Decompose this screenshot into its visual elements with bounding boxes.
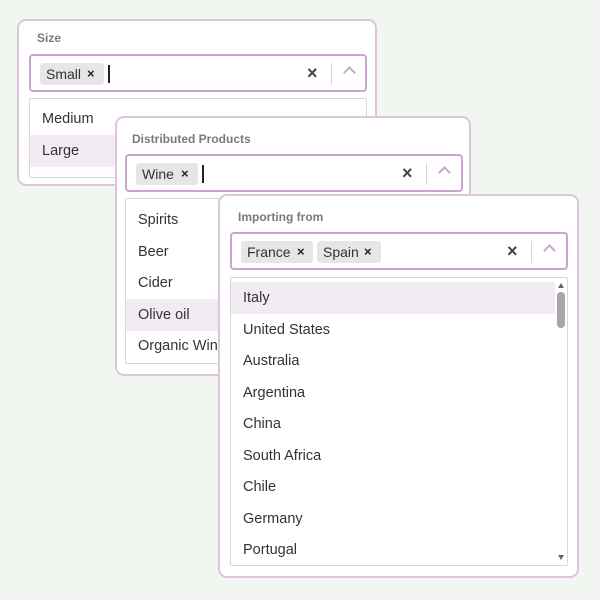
chip-label: France: [247, 244, 291, 260]
clear-icon[interactable]: ×: [402, 162, 413, 184]
option-australia[interactable]: Australia: [231, 345, 555, 377]
chip-remove-icon[interactable]: ×: [181, 166, 189, 182]
size-label: Size: [37, 31, 62, 45]
text-cursor: [108, 65, 110, 83]
products-label: Distributed Products: [132, 132, 251, 146]
products-select-field[interactable]: Wine × ×: [125, 154, 463, 192]
text-cursor: [202, 165, 204, 183]
importing-options-menu: Italy United States Australia Argentina …: [230, 277, 568, 566]
clear-icon[interactable]: ×: [307, 62, 318, 84]
size-select-field[interactable]: Small × ×: [29, 54, 367, 92]
chevron-up-icon[interactable]: [438, 166, 451, 179]
chevron-up-icon[interactable]: [543, 244, 556, 257]
option-united-states[interactable]: United States: [231, 314, 555, 346]
indicator-divider: [331, 63, 332, 85]
scrollbar-thumb[interactable]: [557, 292, 565, 328]
chip-france: France ×: [241, 241, 313, 263]
option-south-africa[interactable]: South Africa: [231, 440, 555, 472]
chip-remove-icon[interactable]: ×: [297, 244, 305, 260]
chevron-up-icon[interactable]: [343, 66, 356, 79]
chip-label: Wine: [142, 166, 174, 182]
importing-label: Importing from: [238, 210, 324, 224]
indicator-divider: [426, 163, 427, 185]
importing-select-card: Importing from France × Spain × × Italy …: [218, 194, 579, 578]
clear-icon[interactable]: ×: [507, 240, 518, 262]
option-argentina[interactable]: Argentina: [231, 377, 555, 409]
importing-select-field[interactable]: France × Spain × ×: [230, 232, 568, 270]
chip-wine: Wine ×: [136, 163, 198, 185]
chip-spain: Spain ×: [317, 241, 381, 263]
chip-remove-icon[interactable]: ×: [87, 66, 95, 82]
chip-remove-icon[interactable]: ×: [364, 244, 372, 260]
scroll-up-arrow-icon[interactable]: [558, 283, 564, 288]
scroll-down-arrow-icon[interactable]: [558, 555, 564, 560]
option-italy[interactable]: Italy: [231, 282, 555, 314]
chip-small: Small ×: [40, 63, 104, 85]
indicator-divider: [531, 241, 532, 263]
option-chile[interactable]: Chile: [231, 471, 555, 503]
options-scrollbar[interactable]: [555, 278, 567, 565]
option-germany[interactable]: Germany: [231, 503, 555, 535]
chip-label: Small: [46, 66, 82, 82]
chip-label: Spain: [323, 244, 359, 260]
option-china[interactable]: China: [231, 408, 555, 440]
option-portugal[interactable]: Portugal: [231, 534, 555, 565]
